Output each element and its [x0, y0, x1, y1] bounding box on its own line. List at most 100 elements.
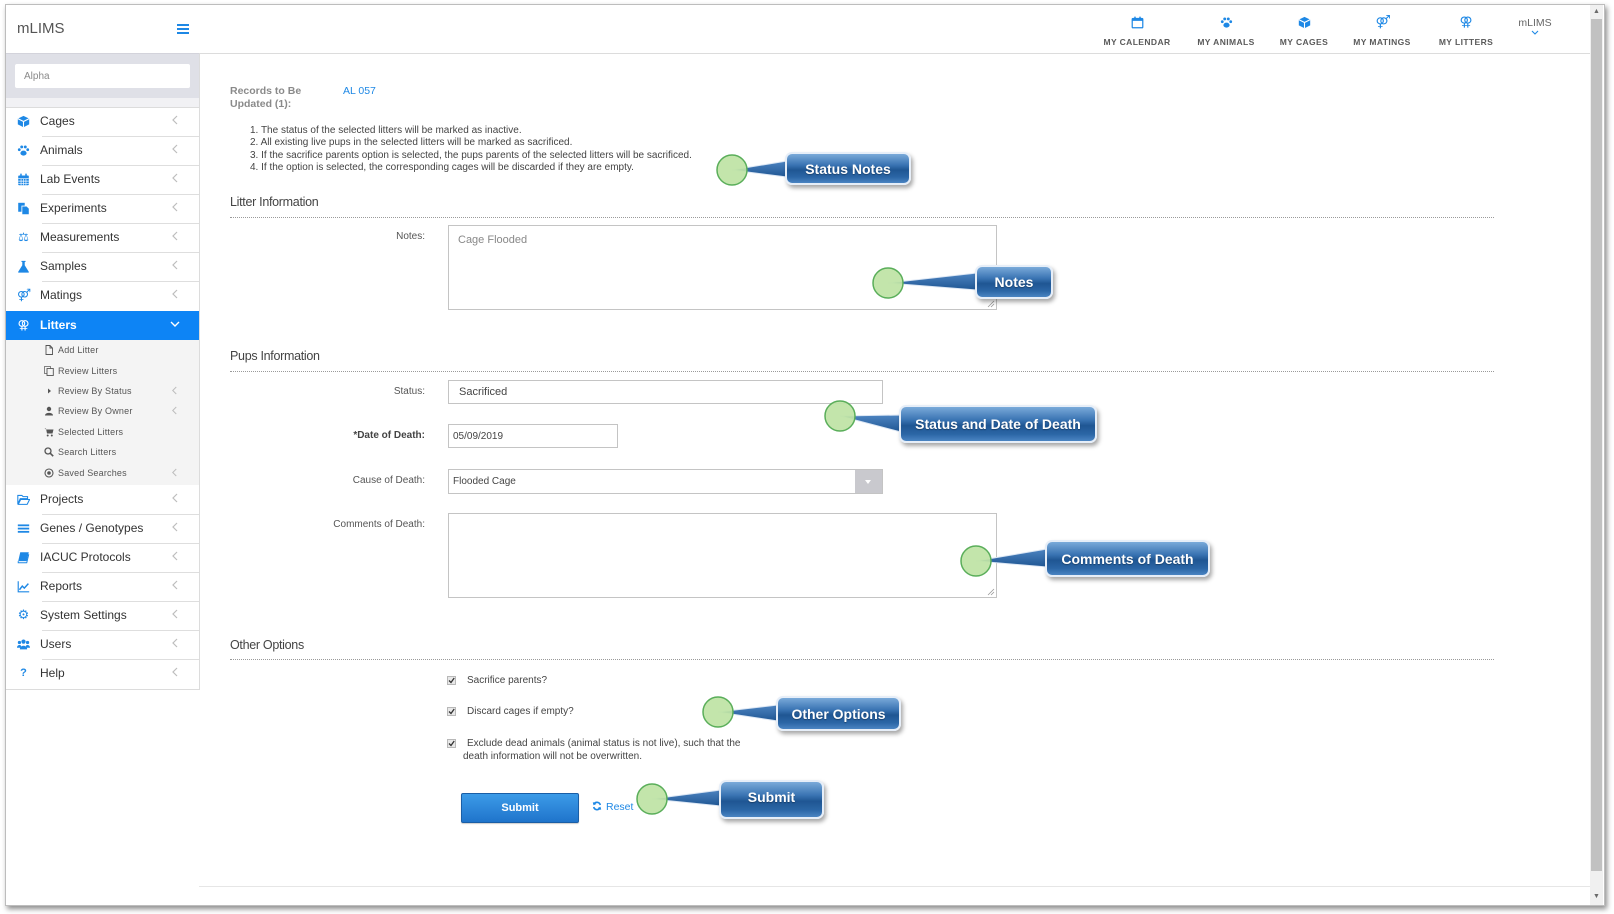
status-label: Status: — [393, 386, 425, 397]
checkmark-icon — [448, 740, 455, 747]
sidebar-item-system-settings[interactable]: ⚙ System Settings — [6, 601, 199, 630]
divider — [42, 252, 199, 253]
sidebar-item-litters[interactable]: ⚢ Litters — [6, 311, 199, 340]
sidebar-item-reports[interactable]: Reports — [6, 572, 199, 601]
date-of-death-label: *Date of Death: — [353, 430, 425, 441]
submenu-item-review-by-owner[interactable]: Review By Owner — [6, 402, 199, 422]
sidebar-item-iacuc-protocols[interactable]: IACUC Protocols — [6, 543, 199, 572]
cause-of-death-select[interactable]: Flooded Cage — [448, 469, 883, 494]
search-icon — [44, 447, 54, 457]
user-menu[interactable]: mLIMS — [1510, 17, 1560, 35]
topnav-my-calendar[interactable]: MY CALENDAR — [1089, 16, 1185, 50]
bars-icon — [17, 522, 30, 535]
callout-comments-of-death: Comments of Death — [1045, 540, 1210, 577]
sidebar-item-measurements[interactable]: ⚖ Measurements — [6, 223, 199, 252]
status-note: 2. All existing live pups in the selecte… — [250, 137, 573, 148]
callout-submit: Submit — [719, 780, 824, 819]
mars-venus-icon: ⚤ — [17, 288, 32, 302]
copy-icon — [44, 366, 54, 376]
sidebar-item-label: Genes / Genotypes — [40, 521, 144, 535]
submenu-item-add-litter[interactable]: Add Litter — [6, 341, 199, 361]
chevron-left-icon — [172, 173, 178, 183]
chevron-left-icon — [172, 522, 178, 532]
sacrifice-parents-checkbox[interactable] — [447, 676, 456, 685]
notes-textarea[interactable]: Cage Flooded — [448, 225, 997, 310]
sidebar-item-matings[interactable]: ⚤ Matings — [6, 281, 199, 310]
paw-icon — [1220, 16, 1233, 29]
sidebar-item-users[interactable]: Users — [6, 630, 199, 659]
sidebar-item-cages[interactable]: Cages — [6, 107, 199, 136]
users-icon — [17, 638, 30, 651]
status-note: 1. The status of the selected litters wi… — [250, 125, 522, 136]
sidebar-item-help[interactable]: ? Help — [6, 659, 199, 688]
discard-cages-checkbox[interactable] — [447, 707, 456, 716]
comments-of-death-label: Comments of Death: — [333, 519, 425, 530]
comments-of-death-textarea[interactable] — [448, 513, 997, 598]
sidebar-item-projects[interactable]: Projects — [6, 485, 199, 514]
sidebar-item-experiments[interactable]: Experiments — [6, 194, 199, 223]
flask-icon — [17, 260, 30, 273]
submenu-item-review-litters[interactable]: Review Litters — [6, 362, 199, 382]
topnav-my-litters[interactable]: ⚢ MY LITTERS — [1418, 16, 1514, 50]
sacrifice-parents-label[interactable]: Sacrifice parents? — [467, 674, 547, 687]
chevron-down-icon — [1531, 30, 1539, 35]
sidebar-item-genes-genotypes[interactable]: Genes / Genotypes — [6, 514, 199, 543]
chevron-left-icon — [172, 580, 178, 590]
section-divider — [230, 217, 1494, 218]
resize-grip-icon[interactable] — [987, 588, 995, 596]
checkmark-icon — [448, 708, 455, 715]
exclude-dead-animals-checkbox[interactable] — [447, 739, 456, 748]
hamburger-menu-icon[interactable] — [177, 24, 189, 34]
sidebar-item-label: Cages — [40, 114, 75, 128]
status-input[interactable] — [448, 380, 883, 404]
section-divider — [230, 659, 1494, 660]
divider — [42, 601, 199, 602]
sidebar-item-label: Users — [40, 637, 72, 651]
chevron-left-icon — [172, 468, 177, 477]
chevron-left-icon — [172, 493, 178, 503]
topnav-label: MY MATINGS — [1353, 37, 1411, 47]
submenu-item-search-litters[interactable]: Search Litters — [6, 443, 199, 463]
refresh-icon — [592, 801, 602, 811]
submenu-item-label: Saved Searches — [58, 468, 127, 478]
chevron-down-icon — [170, 321, 180, 327]
chevron-left-icon — [172, 260, 178, 270]
sidebar-item-label: System Settings — [40, 608, 127, 622]
divider — [42, 165, 199, 166]
submenu-item-selected-litters[interactable]: Selected Litters — [6, 423, 199, 443]
scrollbar-thumb[interactable] — [1591, 19, 1602, 871]
sidebar-item-label: Help — [40, 666, 65, 680]
discard-cages-label[interactable]: Discard cages if empty? — [467, 705, 574, 718]
date-of-death-input[interactable] — [448, 424, 618, 448]
paw-icon — [17, 144, 30, 157]
submenu-item-label: Review Litters — [58, 366, 118, 376]
topnav-my-matings[interactable]: ⚤ MY MATINGS — [1334, 16, 1430, 50]
sidebar-item-label: Matings — [40, 288, 83, 302]
divider — [42, 572, 199, 573]
cause-of-death-label: Cause of Death: — [352, 475, 425, 486]
submenu-item-label: Search Litters — [58, 447, 117, 457]
sidebar-item-label: Litters — [40, 318, 77, 332]
user-icon — [44, 406, 54, 416]
record-link[interactable]: AL 057 — [343, 85, 376, 97]
scroll-up-arrow-icon[interactable]: ▲ — [1590, 6, 1603, 18]
gear-icon: ⚙ — [17, 608, 30, 623]
sidebar-item-lab-events[interactable]: Lab Events — [6, 165, 199, 194]
sidebar-item-animals[interactable]: Animals — [6, 136, 199, 165]
dropdown-toggle[interactable] — [855, 470, 882, 493]
app-logo: mLIMS — [17, 20, 65, 37]
submenu-item-saved-searches[interactable]: Saved Searches — [6, 464, 199, 484]
exclude-dead-animals-label[interactable]: Exclude dead animals (animal status is n… — [463, 737, 763, 763]
resize-grip-icon[interactable] — [987, 300, 995, 308]
scroll-down-arrow-icon[interactable]: ▼ — [1590, 891, 1603, 903]
submenu-item-review-by-status[interactable]: Review By Status — [6, 382, 199, 402]
divider — [42, 194, 199, 195]
callout-other-options: Other Options — [776, 696, 901, 731]
venus-double-icon: ⚢ — [17, 318, 30, 332]
records-label-line1: Records to Be — [230, 85, 302, 97]
reset-button[interactable]: Reset — [592, 801, 633, 813]
book-icon — [17, 551, 30, 564]
sidebar-item-samples[interactable]: Samples — [6, 252, 199, 281]
sidebar-search-input[interactable] — [15, 64, 190, 88]
submit-button[interactable]: Submit — [461, 793, 579, 823]
